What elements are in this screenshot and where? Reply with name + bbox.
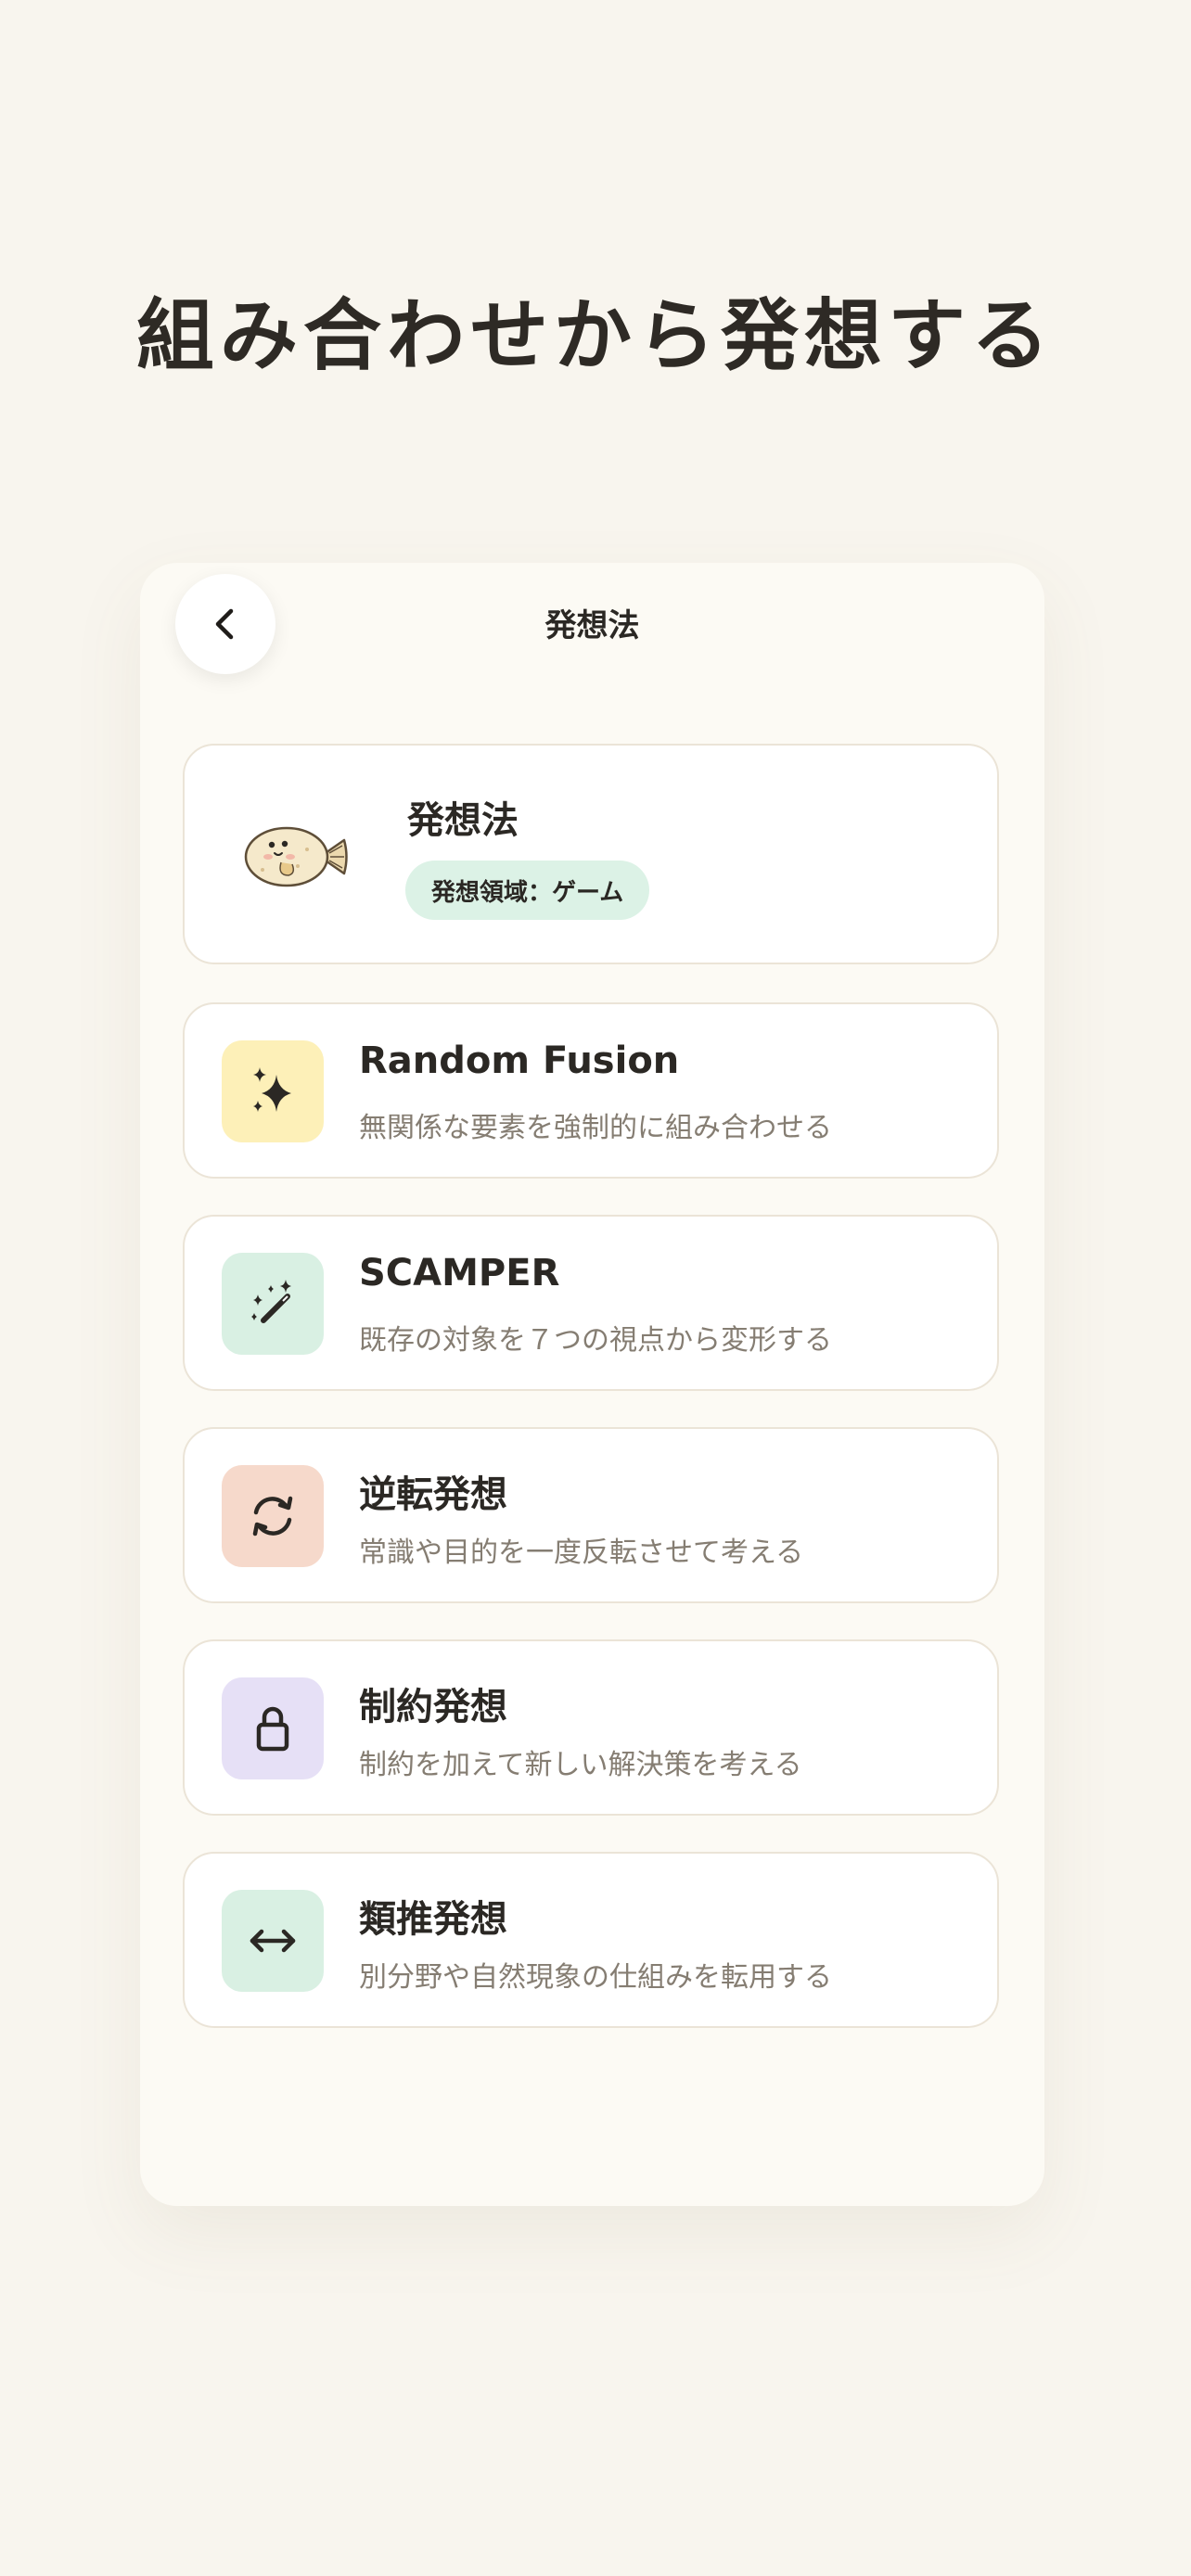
sparkles-icon [253,1067,291,1112]
method-description: 常識や目的を一度反転させて考える [359,1537,804,1569]
method-title: 類推発想 [359,1898,507,1941]
method-description: 制約を加えて新しい解決策を考える [359,1749,802,1781]
method-title: Random Fusion [359,1039,680,1082]
profile-name: 発想法 [407,799,519,842]
method-icon-tile [222,1677,324,1779]
method-card-scamper[interactable]: SCAMPER 既存の対象を７つの視点から変形する [183,1215,999,1391]
profile-card: 発想法 発想領域：ゲーム [183,744,999,964]
arrows-horizontal-icon [250,1929,296,1953]
method-description: 既存の対象を７つの視点から変形する [359,1324,832,1357]
method-description: 無関係な要素を強制的に組み合わせる [359,1112,832,1144]
method-title: 制約発想 [359,1686,507,1728]
method-title: 逆転発想 [359,1473,507,1516]
flatfish-mascot-icon [244,826,348,887]
page-headline: 組み合わせから発想する [135,290,1055,381]
domain-chip: 発想領域：ゲーム [405,861,650,920]
method-title: SCAMPER [359,1252,560,1294]
magic-wand-icon [251,1280,291,1323]
method-card-random-fusion[interactable]: Random Fusion 無関係な要素を強制的に組み合わせる [183,1002,999,1179]
screen-title: 発想法 [544,607,640,644]
method-card-reverse[interactable]: 逆転発想 常識や目的を一度反転させて考える [183,1427,999,1603]
refresh-icon [252,1496,293,1537]
method-description: 別分野や自然現象の仕組みを転用する [359,1961,832,1994]
method-icon-tile [222,1253,324,1355]
method-card-constraint[interactable]: 制約発想 制約を加えて新しい解決策を考える [183,1639,999,1816]
app-screen: 発想法 発想法 発想領域：ゲーム Random Fusion 無関係な要素を強制… [140,563,1044,2206]
method-icon-tile [222,1890,324,1992]
method-card-analogy[interactable]: 類推発想 別分野や自然現象の仕組みを転用する [183,1852,999,2028]
method-icon-tile [222,1040,324,1142]
method-icon-tile [222,1465,324,1567]
lock-icon [256,1706,289,1752]
